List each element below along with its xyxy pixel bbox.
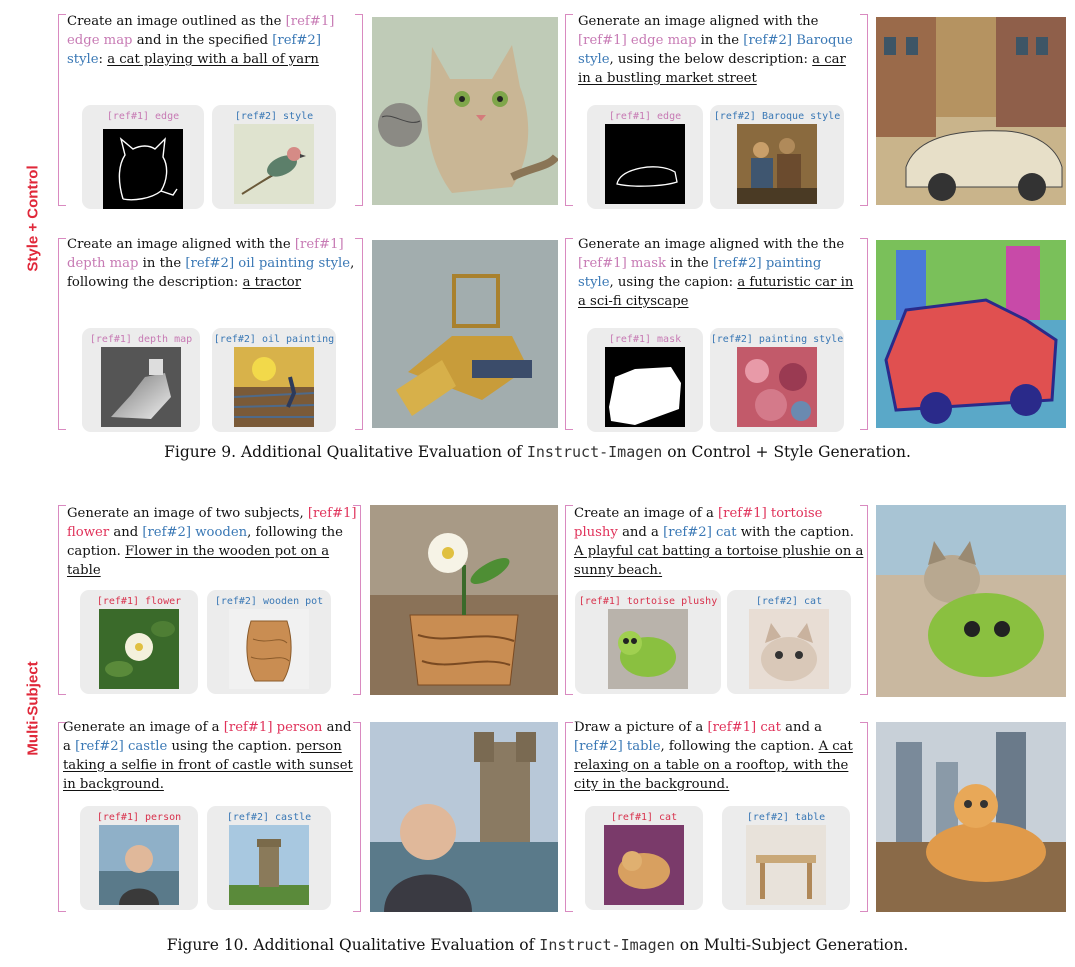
panel-bracket-right <box>860 238 868 430</box>
ref1-token: [ref#1] edge map <box>578 33 697 48</box>
ref2-token: [ref#2] table <box>574 739 661 754</box>
reference-card-1: [ref#1] person <box>80 806 198 910</box>
prompt-text: Create an image outlined as the [ref#1] … <box>67 14 335 67</box>
person-photo <box>99 825 179 905</box>
cat-photo <box>604 825 684 905</box>
ref1-token: [ref#1] person <box>223 720 323 735</box>
generated-image-cat-beach <box>876 505 1066 697</box>
reference-card-1: [ref#1] edge <box>82 105 204 209</box>
reference-card-2: [ref#2] painting style <box>710 328 844 432</box>
prompt-text: Generate an image aligned with the [ref#… <box>578 237 854 309</box>
cat-photo <box>749 609 829 689</box>
reference-card-1: [ref#1] depth map <box>82 328 200 432</box>
reference-card-2: [ref#2] table <box>722 806 850 910</box>
prompt-text: Create an image aligned with the [ref#1]… <box>67 237 355 290</box>
edge-map-image <box>103 129 183 209</box>
reference-caption: [ref#2] oil painting <box>213 334 335 345</box>
ref1-token: [ref#1] cat <box>707 720 781 735</box>
reference-caption: [ref#1] depth map <box>89 334 193 345</box>
generated-image-selfie-castle <box>370 722 558 912</box>
panel-bracket-left <box>58 14 66 206</box>
castle-photo <box>229 825 309 905</box>
reference-caption: [ref#2] castle <box>226 812 312 823</box>
wooden-pot-photo <box>229 609 309 689</box>
prompt-text: Generate an image of two subjects, [ref#… <box>67 506 357 578</box>
reference-caption: [ref#1] person <box>96 812 182 823</box>
figure-caption: Figure 10. Additional Qualitative Evalua… <box>166 936 909 954</box>
reference-caption: [ref#2] style <box>234 111 314 122</box>
reference-caption: [ref#1] cat <box>610 812 678 823</box>
tortoise-plushy-photo <box>608 609 688 689</box>
reference-card-2: [ref#2] Baroque style <box>710 105 844 209</box>
generated-image-flower-pot <box>370 505 558 695</box>
reference-card-1: [ref#1] flower <box>80 590 198 694</box>
reference-caption: [ref#1] flower <box>96 596 182 607</box>
reference-caption: [ref#2] painting style <box>710 334 844 345</box>
reference-card-1: [ref#1] cat <box>585 806 703 910</box>
reference-card-2: [ref#2] castle <box>207 806 331 910</box>
table-photo <box>746 825 826 905</box>
bird-painting-image <box>234 124 314 204</box>
panel-bracket-left <box>58 238 66 430</box>
panel-bracket-left <box>58 505 66 695</box>
caption-underlined: A playful cat batting a tortoise plushie… <box>574 544 864 578</box>
caption-underlined: a tractor <box>242 275 302 290</box>
generated-image-tractor <box>372 240 558 428</box>
reference-card-2: [ref#2] oil painting <box>212 328 336 432</box>
section-label-multi-subject: Multi-Subject <box>24 661 42 756</box>
reference-card-2: [ref#2] cat <box>727 590 851 694</box>
reference-caption: [ref#1] edge <box>608 111 682 122</box>
panel-bracket-left <box>565 722 573 912</box>
reference-caption: [ref#1] tortoise plushy <box>578 596 718 607</box>
reference-caption: [ref#1] mask <box>608 334 682 345</box>
prompt-text: Create an image of a [ref#1] tortoise pl… <box>574 506 864 578</box>
edge-map-image <box>605 124 685 204</box>
oil-painting-image <box>234 347 314 427</box>
depth-map-image <box>101 347 181 427</box>
prompt-text: Generate an image of a [ref#1] person an… <box>63 720 353 792</box>
ref2-token: [ref#2] cat <box>663 525 737 540</box>
reference-card-2: [ref#2] style <box>212 105 336 209</box>
reference-caption: [ref#1] edge <box>106 111 180 122</box>
caption-underlined: a cat playing with a ball of yarn <box>107 52 319 67</box>
reference-card-1: [ref#1] mask <box>587 328 703 432</box>
ref2-token: [ref#2] wooden <box>142 525 248 540</box>
flower-photo <box>99 609 179 689</box>
prompt-text: Draw a picture of a [ref#1] cat and a [r… <box>574 720 853 792</box>
section-label-style-control: Style + Control <box>24 165 42 272</box>
panel-bracket-left <box>565 238 573 430</box>
generated-image-cat <box>372 17 558 205</box>
generated-image-cat-rooftop <box>876 722 1066 912</box>
reference-card-1: [ref#1] tortoise plushy <box>575 590 721 694</box>
ref2-token: [ref#2] oil painting style <box>185 256 351 271</box>
panel-bracket-right <box>860 14 868 206</box>
reference-card-2: [ref#2] wooden pot <box>207 590 331 694</box>
reference-caption: [ref#2] wooden pot <box>214 596 324 607</box>
painting-style-image <box>737 347 817 427</box>
reference-caption: [ref#2] table <box>746 812 826 823</box>
figure-caption: Figure 9. Additional Qualitative Evaluat… <box>164 443 911 461</box>
ref2-token: [ref#2] castle <box>75 739 168 754</box>
reference-caption: [ref#2] cat <box>755 596 823 607</box>
prompt-text: Generate an image aligned with the [ref#… <box>578 14 853 86</box>
panel-bracket-left <box>565 14 573 206</box>
baroque-painting-image <box>737 124 817 204</box>
mask-image <box>605 347 685 427</box>
reference-card-1: [ref#1] edge <box>587 105 703 209</box>
generated-image-futuristic-car <box>876 240 1066 428</box>
reference-caption: [ref#2] Baroque style <box>713 111 841 122</box>
generated-image-car-street <box>876 17 1066 205</box>
panel-bracket-left <box>565 505 573 695</box>
ref1-token: [ref#1] mask <box>578 256 667 271</box>
